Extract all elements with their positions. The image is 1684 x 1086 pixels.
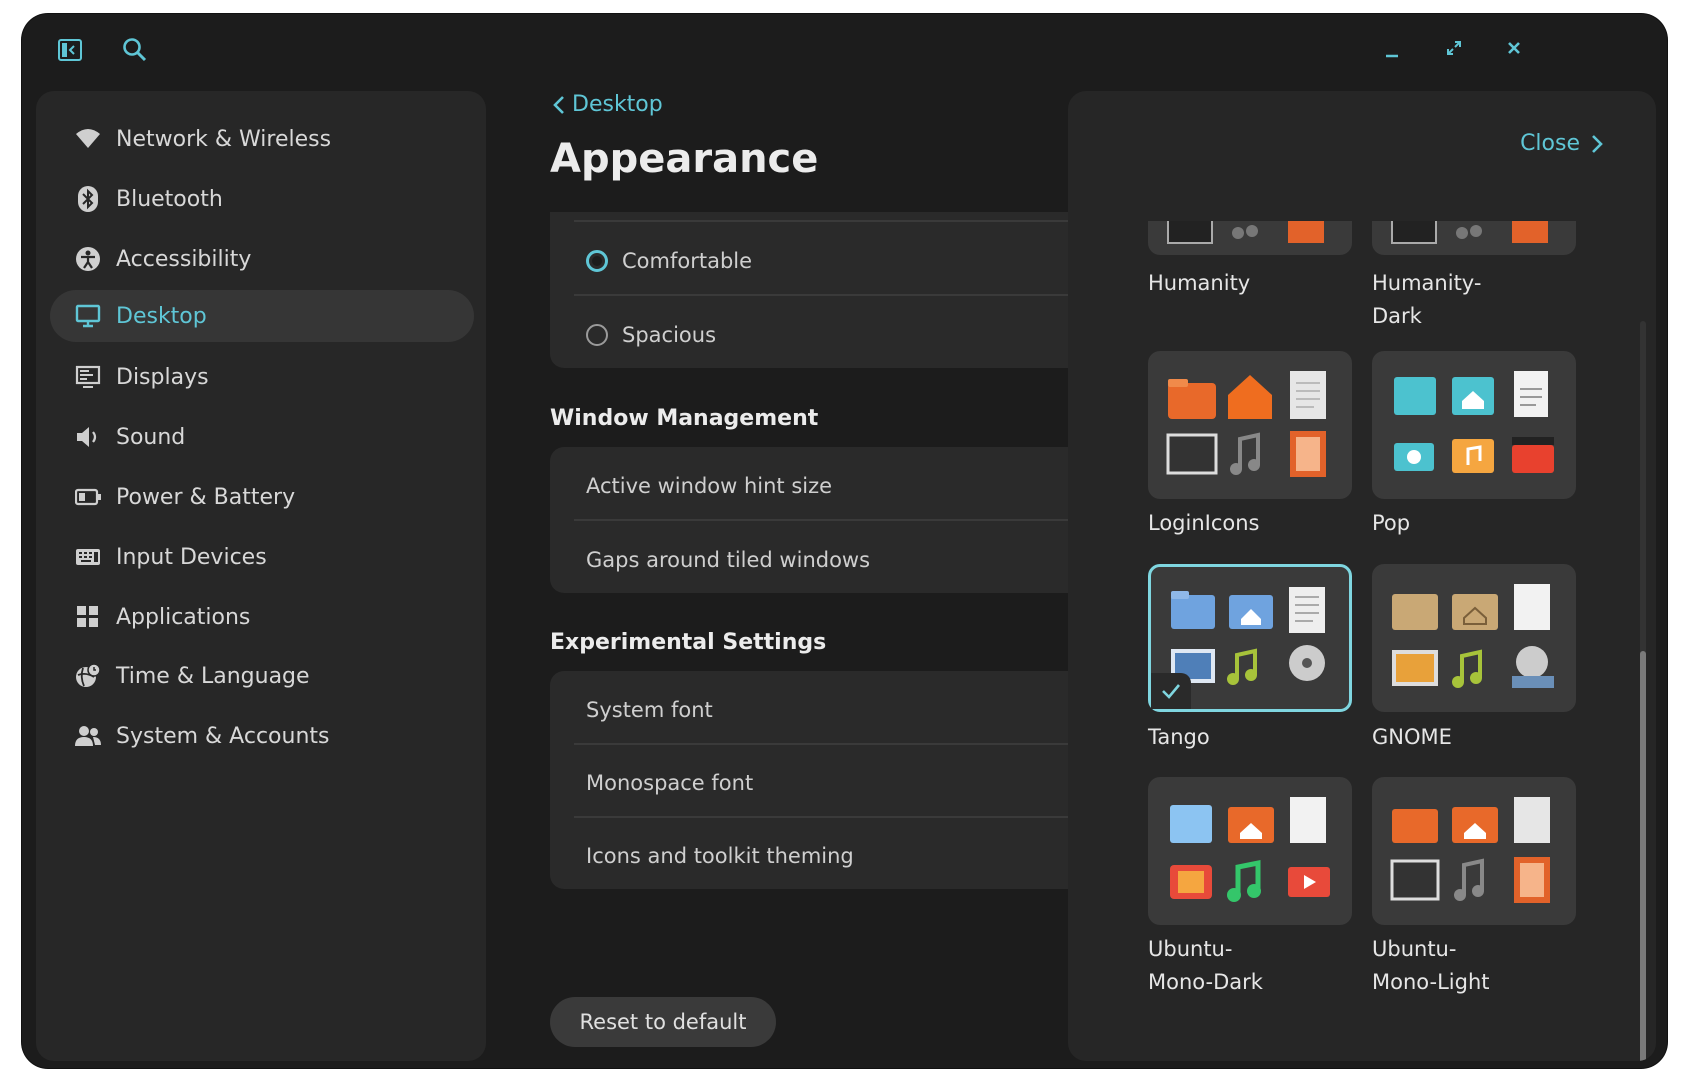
theme-label-humanity: Humanity [1148, 271, 1251, 295]
icon-theme-panel: Close Humanity Humanity- Dark LoginIcons… [1068, 91, 1656, 1061]
radio-spacious[interactable]: Spacious [550, 296, 1110, 374]
theme-label-tango: Tango [1148, 725, 1210, 749]
theme-tile-gnome[interactable] [1372, 564, 1576, 712]
sidebar-item-system-accounts[interactable]: System & Accounts [50, 710, 474, 762]
page-title: Appearance [550, 136, 819, 182]
radio-label: Comfortable [622, 249, 753, 273]
section-heading-window-management: Window Management [550, 406, 819, 431]
row-monospace-font[interactable]: Monospace font [550, 744, 1110, 822]
row-system-font[interactable]: System font [550, 671, 1110, 749]
bluetooth-icon [74, 185, 102, 213]
sidebar-item-sound[interactable]: Sound [50, 411, 474, 463]
theme-label-gnome: GNOME [1372, 725, 1452, 749]
minimize-icon[interactable] [1384, 44, 1400, 64]
sidebar-item-power[interactable]: Power & Battery [50, 471, 474, 523]
theme-label-ubuntu-mono-light: Ubuntu- Mono-Light [1372, 937, 1490, 994]
settings-window: Network & Wireless Bluetooth Accessibili… [22, 14, 1667, 1068]
close-icon[interactable] [1506, 40, 1522, 60]
ubuntu-mono-dark-preview-icon [1170, 797, 1330, 902]
experimental-group: System font Monospace font Icons and too… [550, 671, 1110, 889]
row-gaps-tiled[interactable]: Gaps around tiled windows [550, 521, 1110, 599]
sidebar-item-label: Input Devices [116, 544, 267, 570]
sidebar-toggle-icon[interactable] [58, 39, 82, 65]
gnome-preview-icon [1392, 584, 1554, 688]
sidebar-item-desktop[interactable]: Desktop [50, 290, 474, 342]
row-label: Gaps around tiled windows [586, 548, 871, 572]
keyboard-icon [74, 543, 102, 571]
monitor-icon [74, 302, 102, 330]
speaker-icon [74, 423, 102, 451]
globe-clock-icon [74, 662, 102, 690]
row-label: Active window hint size [586, 474, 833, 498]
display-icon [74, 363, 102, 391]
theme-label-pop: Pop [1372, 511, 1411, 535]
ubuntu-mono-light-preview-icon [1390, 797, 1550, 903]
theme-tile-tango[interactable] [1148, 564, 1352, 712]
reset-button[interactable]: Reset to default [550, 997, 776, 1047]
battery-icon [74, 483, 102, 511]
theme-label-ubuntu-mono-dark: Ubuntu- Mono-Dark [1148, 937, 1263, 994]
theme-grid: Humanity Humanity- Dark LoginIcons Pop T… [1068, 221, 1656, 1061]
humanity-preview-icon [1167, 221, 1324, 244]
window-management-group: Active window hint size Gaps around tile… [550, 447, 1110, 593]
chevron-right-icon [1592, 134, 1603, 153]
sidebar-item-label: Applications [116, 604, 251, 630]
theme-tile-ubuntu-mono-light[interactable] [1372, 777, 1576, 925]
sidebar-item-network[interactable]: Network & Wireless [50, 113, 474, 165]
theme-tile-humanity-dark[interactable] [1372, 221, 1576, 255]
breadcrumb[interactable]: Desktop [552, 92, 663, 117]
theme-tile-loginicons[interactable] [1148, 351, 1352, 499]
section-heading-experimental: Experimental Settings [550, 630, 827, 655]
accessibility-icon [74, 245, 102, 273]
theme-tile-ubuntu-mono-dark[interactable] [1148, 777, 1352, 925]
theme-label-loginicons: LoginIcons [1148, 511, 1260, 535]
sidebar-item-label: Network & Wireless [116, 126, 332, 152]
theme-tile-pop[interactable] [1372, 351, 1576, 499]
sidebar-item-bluetooth[interactable]: Bluetooth [50, 173, 474, 225]
sidebar-item-label: Accessibility [116, 246, 252, 272]
radio-unselected-icon[interactable] [586, 324, 608, 346]
sidebar-item-label: Sound [116, 424, 186, 450]
radio-label: Spacious [622, 323, 717, 347]
sidebar-item-label: Displays [116, 364, 209, 390]
sidebar-item-displays[interactable]: Displays [50, 351, 474, 403]
chevron-left-icon [553, 95, 564, 114]
sidebar-item-applications[interactable]: Applications [50, 591, 474, 643]
breadcrumb-label: Desktop [572, 92, 663, 117]
theme-label-humanity-dark: Humanity- Dark [1372, 271, 1482, 328]
row-label: Monospace font [586, 771, 754, 795]
pop-preview-icon [1394, 371, 1554, 473]
sidebar-item-label: Desktop [116, 303, 207, 329]
sidebar-item-label: Bluetooth [116, 186, 223, 212]
maximize-icon[interactable] [1446, 40, 1462, 60]
sidebar-item-input-devices[interactable]: Input Devices [50, 531, 474, 583]
grid-icon [74, 603, 102, 631]
sidebar-item-time-language[interactable]: Time & Language [50, 650, 474, 702]
sidebar-item-label: System & Accounts [116, 723, 330, 749]
sidebar-item-label: Power & Battery [116, 484, 296, 510]
theme-tile-humanity[interactable] [1148, 221, 1352, 255]
wifi-icon [74, 125, 102, 153]
humanity-dark-preview-icon [1391, 221, 1548, 244]
radio-comfortable[interactable]: Comfortable [550, 222, 1110, 300]
loginicons-preview-icon [1166, 371, 1326, 477]
checkmark-icon [1151, 673, 1191, 709]
close-panel-button[interactable]: Close [1520, 131, 1604, 156]
radio-selected-icon[interactable] [586, 250, 608, 272]
users-icon [74, 722, 102, 750]
row-label: System font [586, 698, 713, 722]
search-icon[interactable] [122, 37, 148, 67]
sidebar-item-accessibility[interactable]: Accessibility [50, 233, 474, 285]
sidebar-item-label: Time & Language [116, 663, 310, 689]
row-icons-theming[interactable]: Icons and toolkit theming [550, 817, 1110, 895]
row-active-window-hint[interactable]: Active window hint size [550, 447, 1110, 525]
density-group: Comfortable Spacious [550, 212, 1110, 368]
sidebar: Network & Wireless Bluetooth Accessibili… [36, 91, 486, 1061]
row-label: Icons and toolkit theming [586, 844, 854, 868]
close-label: Close [1520, 131, 1580, 156]
